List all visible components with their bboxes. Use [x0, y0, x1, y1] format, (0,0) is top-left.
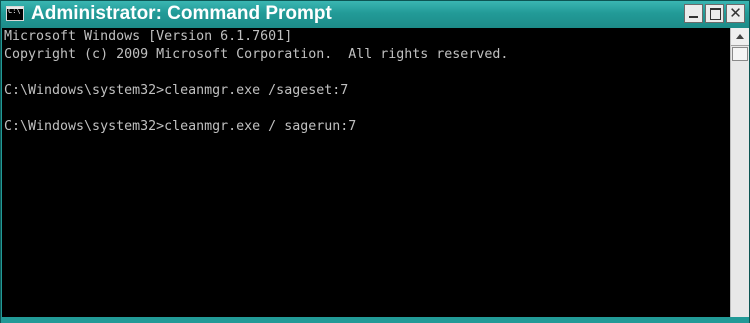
console-line-copyright: Copyright (c) 2009 Microsoft Corporation…: [4, 47, 509, 62]
command-prompt-window: C:\ Administrator: Command Prompt ✕ Micr…: [0, 0, 750, 323]
console-line-version: Microsoft Windows [Version 6.1.7601]: [4, 29, 293, 44]
minimize-button[interactable]: [684, 4, 703, 23]
vertical-scrollbar[interactable]: [730, 28, 749, 317]
scrollbar-thumb[interactable]: [732, 47, 748, 61]
console-line-sagerun-command: C:\Windows\system32>cleanmgr.exe / sager…: [4, 119, 357, 134]
window-bottom-border: [1, 317, 749, 323]
command-prompt-icon[interactable]: C:\: [6, 6, 24, 21]
title-bar[interactable]: C:\ Administrator: Command Prompt ✕: [1, 1, 749, 28]
maximize-button[interactable]: [705, 4, 724, 23]
scroll-up-arrow-icon[interactable]: [731, 28, 749, 46]
console-line-sageset-command: C:\Windows\system32>cleanmgr.exe /sagese…: [4, 83, 349, 98]
close-button[interactable]: ✕: [726, 4, 745, 23]
window-title: Administrator: Command Prompt: [31, 3, 332, 24]
console-output[interactable]: Microsoft Windows [Version 6.1.7601] Cop…: [2, 28, 730, 317]
